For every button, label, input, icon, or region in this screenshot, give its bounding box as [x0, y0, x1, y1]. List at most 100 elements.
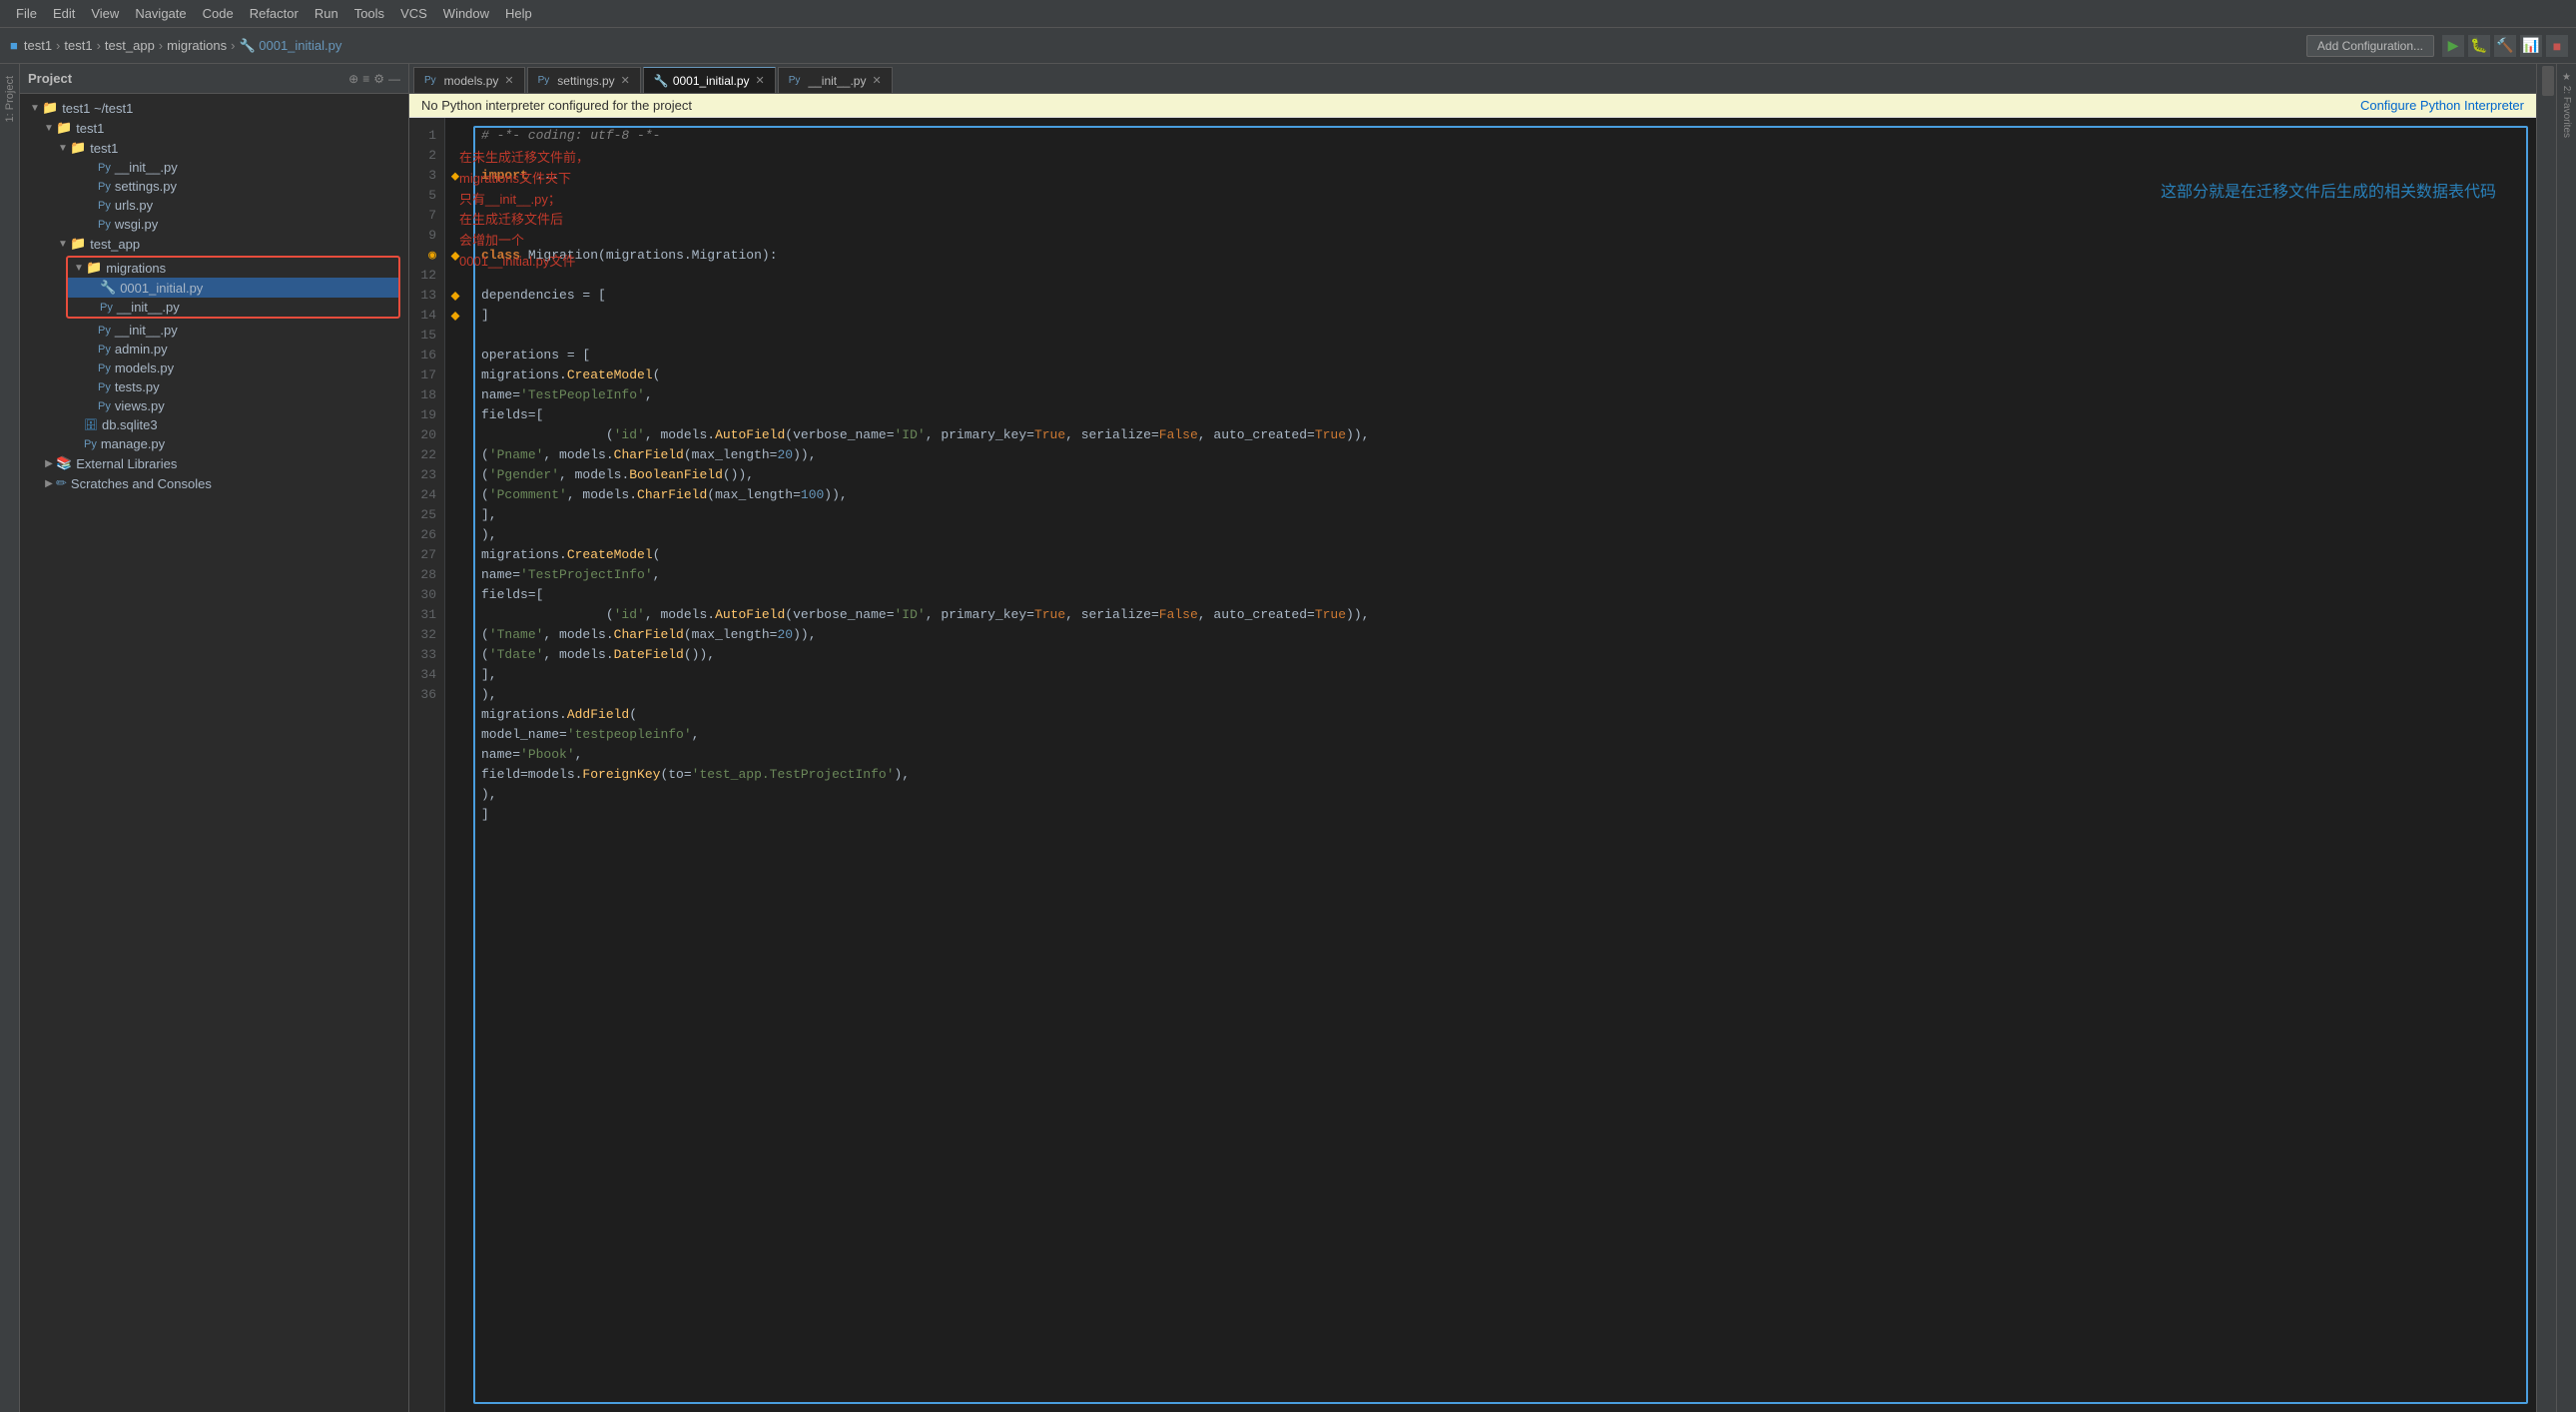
- code-line-4: [481, 186, 2520, 206]
- add-configuration-button[interactable]: Add Configuration...: [2306, 35, 2434, 57]
- code-content[interactable]: # -*- coding: utf-8 -*- import ... class…: [465, 118, 2536, 1412]
- tree-label-models: models.py: [115, 360, 174, 375]
- tree-label-wsgi: wsgi.py: [115, 217, 158, 232]
- tab-0001-close[interactable]: ✕: [756, 74, 765, 87]
- tree-item-test1[interactable]: ▼ 📁 test1: [20, 118, 408, 138]
- tree-item-settings[interactable]: Py settings.py: [20, 177, 408, 196]
- tree-item-admin[interactable]: Py admin.py: [20, 340, 408, 358]
- stop-button[interactable]: ■: [2546, 35, 2568, 57]
- breadcrumb-file[interactable]: 🔧 0001_initial.py: [239, 38, 341, 54]
- tree-label-root: test1 ~/test1: [62, 101, 133, 116]
- run-button[interactable]: ▶: [2442, 35, 2464, 57]
- tab-init-close[interactable]: ✕: [872, 74, 881, 87]
- tree-item-root[interactable]: ▼ 📁 test1 ~/test1: [20, 98, 408, 118]
- tree-item-init-testapp[interactable]: Py __init__.py: [20, 321, 408, 340]
- breadcrumb-folder3[interactable]: migrations: [167, 38, 227, 53]
- panel-sync-icon[interactable]: ⊕: [348, 72, 358, 86]
- menu-navigate[interactable]: Navigate: [127, 6, 194, 21]
- tree-label-admin: admin.py: [115, 342, 168, 356]
- tree-item-migrations[interactable]: ▼ 📁 migrations: [68, 258, 398, 278]
- left-panel-strip: 1: Project: [0, 64, 20, 1412]
- tree-item-manage[interactable]: Py manage.py: [20, 434, 408, 453]
- py-icon-init-mig: Py: [100, 302, 113, 314]
- line-num-2: 2: [409, 146, 444, 166]
- menu-refactor[interactable]: Refactor: [242, 6, 307, 21]
- tab-models-close[interactable]: ✕: [504, 74, 513, 87]
- menu-vcs[interactable]: VCS: [392, 6, 435, 21]
- code-line-13: migrations.CreateModel(: [481, 365, 2520, 385]
- project-panel: Project ⊕ ≡ ⚙ — ▼ 📁 test1 ~/test1 ▼ 📁 te…: [20, 64, 409, 1412]
- tab-models-label: models.py: [444, 74, 499, 88]
- line-num-27: 27: [409, 545, 444, 565]
- panel-close-icon[interactable]: —: [388, 72, 400, 86]
- breadcrumb-root[interactable]: test1: [24, 38, 52, 53]
- configure-interpreter-link[interactable]: Configure Python Interpreter: [2360, 98, 2524, 113]
- code-line-31: model_name='testpeopleinfo',: [481, 725, 2520, 745]
- tree-item-extlibs[interactable]: ▶ 📚 External Libraries: [20, 453, 408, 473]
- tab-settings[interactable]: Py settings.py ✕: [527, 67, 641, 93]
- tree-item-wsgi[interactable]: Py wsgi.py: [20, 215, 408, 234]
- tree-arrow-migrations: ▼: [72, 263, 86, 274]
- code-line-2: [481, 146, 2520, 166]
- tree-item-models[interactable]: Py models.py: [20, 358, 408, 377]
- line-num-3: 3: [409, 166, 444, 186]
- code-line-5: [481, 206, 2520, 226]
- panel-collapse-icon[interactable]: ≡: [362, 72, 369, 86]
- favorites-tab[interactable]: ★ 2: Favorites: [2561, 72, 2572, 138]
- code-line-9: dependencies = [: [481, 286, 2520, 306]
- line-num-14: 14: [409, 306, 444, 326]
- tree-item-testapp[interactable]: ▼ 📁 test_app: [20, 234, 408, 254]
- tab-models[interactable]: Py models.py ✕: [413, 67, 525, 93]
- breadcrumb-folder2[interactable]: test_app: [105, 38, 155, 53]
- menu-edit[interactable]: Edit: [45, 6, 83, 21]
- tree-item-test1-inner[interactable]: ▼ 📁 test1: [20, 138, 408, 158]
- gutter-icon-10: ⬥: [445, 306, 465, 326]
- panel-settings-icon[interactable]: ⚙: [373, 72, 384, 86]
- gutter-space-6: [445, 226, 465, 246]
- code-line-14: name='TestPeopleInfo',: [481, 385, 2520, 405]
- tree-item-scratches[interactable]: ▶ ✏ Scratches and Consoles: [20, 473, 408, 493]
- coverage-button[interactable]: 📊: [2520, 35, 2542, 57]
- gutter-column: ⬥ ⬥ ⬥ ⬥: [445, 118, 465, 1412]
- tree-item-init1[interactable]: Py __init__.py: [20, 158, 408, 177]
- tree-item-tests[interactable]: Py tests.py: [20, 377, 408, 396]
- tab-bar: Py models.py ✕ Py settings.py ✕ 🔧 0001_i…: [409, 64, 2536, 94]
- scrollbar-thumb[interactable]: [2542, 66, 2554, 96]
- warning-bar: No Python interpreter configured for the…: [409, 94, 2536, 118]
- menu-view[interactable]: View: [83, 6, 127, 21]
- menu-run[interactable]: Run: [307, 6, 346, 21]
- tab-settings-close[interactable]: ✕: [621, 74, 630, 87]
- scrollbar-area[interactable]: [2537, 64, 2556, 1412]
- tab-init[interactable]: Py __init__.py ✕: [778, 67, 893, 93]
- code-line-18: ('Pgender', models.BooleanField()),: [481, 465, 2520, 485]
- code-line-16: ('id', models.AutoField(verbose_name='ID…: [481, 425, 2520, 445]
- breadcrumb-folder1[interactable]: test1: [64, 38, 92, 53]
- code-line-26: ('Tname', models.CharField(max_length=20…: [481, 625, 2520, 645]
- tree-label-init-ta: __init__.py: [115, 323, 178, 338]
- code-line-3: import ...: [481, 166, 2520, 186]
- tree-item-init-migrations[interactable]: Py __init__.py: [68, 298, 398, 317]
- menu-code[interactable]: Code: [195, 6, 242, 21]
- menu-window[interactable]: Window: [435, 6, 497, 21]
- tree-item-0001[interactable]: 🔧 0001_initial.py: [68, 278, 398, 298]
- gutter-space-2: [445, 146, 465, 166]
- line-num-5: 5: [409, 186, 444, 206]
- menu-file[interactable]: File: [8, 6, 45, 21]
- project-tab-vertical[interactable]: 1: Project: [4, 76, 16, 122]
- menu-help[interactable]: Help: [497, 6, 540, 21]
- line-num-23: 23: [409, 465, 444, 485]
- menu-tools[interactable]: Tools: [346, 6, 392, 21]
- code-content-wrapper[interactable]: # -*- coding: utf-8 -*- import ... class…: [465, 118, 2536, 1412]
- tree-item-db[interactable]: 🗄 db.sqlite3: [20, 415, 408, 434]
- tree-item-urls[interactable]: Py urls.py: [20, 196, 408, 215]
- line-num-19: 19: [409, 405, 444, 425]
- debug-button[interactable]: 🐛: [2468, 35, 2490, 57]
- tree-label-urls: urls.py: [115, 198, 153, 213]
- tab-0001-label: 0001_initial.py: [673, 74, 750, 88]
- gutter-space-4: [445, 186, 465, 206]
- tab-0001[interactable]: 🔧 0001_initial.py ✕: [643, 67, 776, 93]
- line-num-13: 13: [409, 286, 444, 306]
- line-num-31: 31: [409, 605, 444, 625]
- tree-item-views[interactable]: Py views.py: [20, 396, 408, 415]
- build-button[interactable]: 🔨: [2494, 35, 2516, 57]
